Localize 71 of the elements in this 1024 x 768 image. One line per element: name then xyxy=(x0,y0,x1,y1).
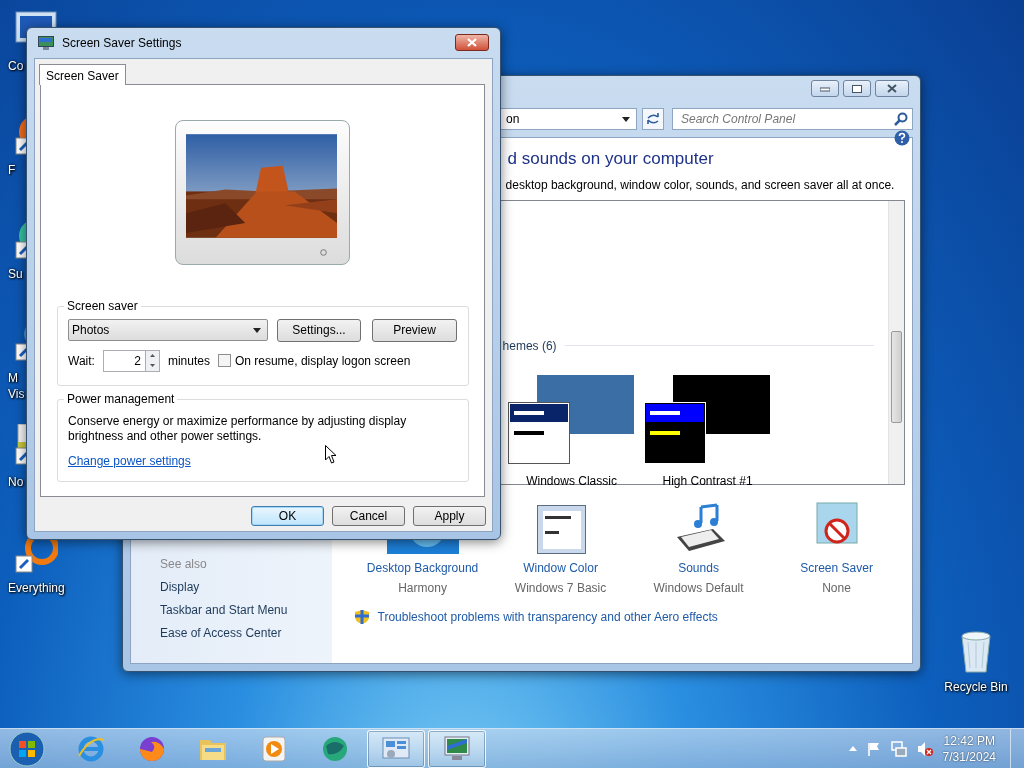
restore-icon xyxy=(852,84,862,93)
up-arrow-icon[interactable] xyxy=(149,354,155,358)
preview-button[interactable]: Preview xyxy=(372,318,457,342)
power-button-icon xyxy=(320,248,327,256)
setting-value: Harmony xyxy=(398,579,447,597)
theme-preview-drawing[interactable] xyxy=(508,374,636,464)
cursor-icon xyxy=(325,445,337,464)
settings-button[interactable]: Settings... xyxy=(277,318,361,342)
close-icon xyxy=(467,38,477,48)
setting-value: Windows 7 Basic xyxy=(514,579,607,597)
setting-value: Windows Default xyxy=(653,579,744,597)
desktop-icon-label[interactable]: M xyxy=(8,370,18,386)
refresh-button[interactable] xyxy=(642,108,664,131)
dropdown-arrow-icon[interactable] xyxy=(622,116,630,122)
screen-saver-dropdown[interactable]: Photos xyxy=(68,319,268,342)
minimize-icon xyxy=(820,85,830,92)
start-button[interactable] xyxy=(6,729,48,768)
search-field[interactable]: Search Control Panel xyxy=(672,108,913,131)
dialog-button[interactable]: Apply xyxy=(413,505,486,526)
close-button[interactable] xyxy=(875,80,909,98)
setting-link[interactable]: Screen Saver xyxy=(800,557,873,578)
setting-link[interactable]: Sounds xyxy=(678,557,719,578)
group-label: Screen saver xyxy=(64,298,141,313)
theme-name[interactable]: Windows Classic xyxy=(526,471,617,490)
dropdown-arrow-icon xyxy=(253,327,261,333)
desktop-icon-label[interactable]: No xyxy=(8,474,24,490)
power-settings-link[interactable]: Change power settings xyxy=(68,451,191,470)
troubleshoot-link[interactable]: Troubleshoot problems with transparency and other Aero effects xyxy=(377,607,718,626)
dialog-button[interactable]: Cancel xyxy=(332,505,405,526)
close-button[interactable] xyxy=(455,34,489,52)
close-icon xyxy=(887,84,897,94)
desktop-icon-label[interactable]: F xyxy=(8,162,16,178)
dialog-button[interactable]: OK xyxy=(251,505,324,526)
spinner-buttons[interactable] xyxy=(145,349,160,372)
checkbox-label[interactable]: On resume, display logon screen xyxy=(234,351,411,370)
minimize-button[interactable] xyxy=(811,80,839,98)
section-label: See also xyxy=(160,556,208,573)
group-label: Power management xyxy=(64,391,178,406)
theme-name[interactable]: High Contrast #1 xyxy=(662,471,753,490)
see-also-link[interactable]: Display xyxy=(160,576,332,599)
theme-preview-drawing[interactable] xyxy=(644,374,772,464)
shield-icon xyxy=(353,608,370,625)
maximize-button[interactable] xyxy=(843,80,871,98)
checkbox[interactable] xyxy=(217,354,231,368)
minutes-field[interactable]: 2 xyxy=(102,349,146,372)
window-title: Screen Saver Settings xyxy=(62,34,183,52)
setting-link[interactable]: Desktop Background xyxy=(366,557,479,578)
wait-label: Wait: xyxy=(68,352,95,370)
desktop-icon-label[interactable]: Su xyxy=(8,266,23,282)
search-icon[interactable] xyxy=(894,112,908,127)
setting-value: None xyxy=(822,579,851,597)
desktop-icon-label[interactable]: Vis xyxy=(8,386,25,402)
help-icon[interactable] xyxy=(894,129,910,146)
recycle-bin-icon[interactable] xyxy=(958,630,994,674)
muted-speaker-icon[interactable] xyxy=(916,740,933,757)
tab[interactable]: Screen Saver xyxy=(39,63,126,85)
scrollbar[interactable] xyxy=(887,200,904,484)
description-text: desktop background, window color, sounds, and screen saver all at once. xyxy=(505,176,896,194)
setting-link[interactable]: Window Color xyxy=(523,557,598,578)
page-heading: d sounds on your computer xyxy=(507,147,714,170)
see-also-link[interactable]: Taskbar and Start Menu xyxy=(160,599,332,622)
group-header: hemes (6) xyxy=(502,337,557,355)
desktop-icon-label[interactable]: Everything xyxy=(8,580,65,596)
see-also-link[interactable]: Ease of Access Center xyxy=(160,622,332,645)
unit-label: minutes xyxy=(167,352,210,370)
monitor-icon xyxy=(38,35,54,50)
desktop-icon-label[interactable]: Co xyxy=(8,58,24,74)
description-text: Conserve energy or maximize performance by adjusting display brightness and other power settings. xyxy=(68,413,408,444)
desktop-icon-label[interactable]: Recycle Bin xyxy=(944,678,1008,696)
refresh-icon xyxy=(646,113,660,126)
down-arrow-icon[interactable] xyxy=(149,364,155,368)
